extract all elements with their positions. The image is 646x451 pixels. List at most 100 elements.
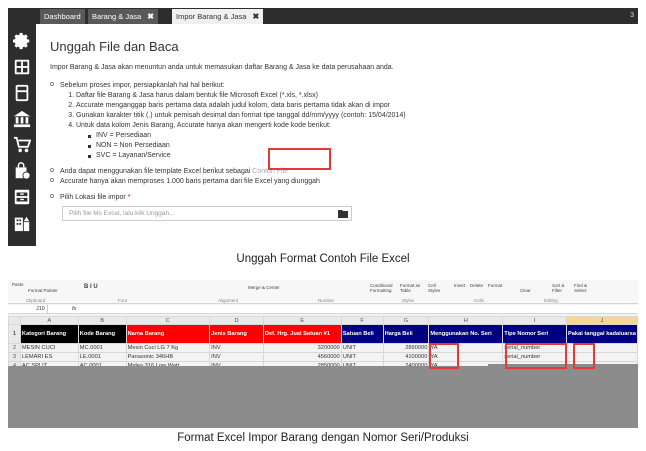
- column-header[interactable]: F: [340, 316, 384, 325]
- ribbon: Paste Format Painter Clipboard B I U Fon…: [8, 280, 638, 304]
- header-cell[interactable]: Jenis Barang: [209, 324, 264, 344]
- delete-button[interactable]: Delete: [470, 283, 483, 288]
- header-cell[interactable]: Tipe Nomor Seri: [502, 324, 567, 344]
- column-header[interactable]: G: [382, 316, 430, 325]
- column-header[interactable]: B: [77, 316, 127, 325]
- column-header[interactable]: I: [502, 316, 567, 325]
- column-header[interactable]: D: [209, 316, 264, 325]
- excel-screenshot: Paste Format Painter Clipboard B I U Fon…: [8, 280, 638, 428]
- folder-icon[interactable]: [338, 209, 348, 218]
- list-item: Sebelum proses impor, persiapkanlah hal …: [50, 80, 624, 161]
- conditional-formatting-button[interactable]: Conditional Formatting: [370, 283, 398, 293]
- cell[interactable]: 4100000: [382, 352, 430, 362]
- group-label: Font: [118, 298, 128, 303]
- highlight-box: [505, 343, 567, 369]
- building-icon[interactable]: [13, 214, 31, 232]
- column-header[interactable]: H: [428, 316, 504, 325]
- column-header[interactable]: J: [565, 316, 638, 325]
- settings-icon[interactable]: [13, 32, 31, 50]
- calculator-icon[interactable]: [13, 84, 31, 102]
- paste-button[interactable]: Paste: [12, 282, 24, 287]
- list-item: Pilih Lokasi file impor *: [50, 192, 624, 203]
- gray-overlay: [8, 366, 638, 428]
- import-content: Unggah File dan Baca Impor Barang & Jasa…: [36, 24, 638, 246]
- tab-barang-jasa[interactable]: Barang & Jasa ✖: [88, 9, 158, 24]
- header-cell[interactable]: Kategori Barang: [19, 324, 79, 344]
- header-cell[interactable]: Satuan Beli: [340, 324, 384, 344]
- shopping-bag-icon[interactable]: [13, 162, 31, 180]
- format-table-button[interactable]: Format as Table: [400, 283, 426, 293]
- cell[interactable]: UNIT: [340, 352, 384, 362]
- fx-icon: fx: [72, 306, 77, 312]
- name-box[interactable]: J10: [8, 305, 48, 314]
- tab-impor-barang-jasa[interactable]: Impor Barang & Jasa ✖: [172, 9, 264, 24]
- row-header[interactable]: 3: [8, 352, 21, 362]
- steps-list: Daftar file Barang & Jasa harus dalam be…: [60, 91, 624, 161]
- bank-icon[interactable]: [13, 110, 31, 128]
- group-label: Styles: [402, 298, 415, 303]
- tab-bar: Dashboard Barang & Jasa ✖ Impor Barang & …: [36, 8, 638, 24]
- header-cell[interactable]: Pakai tanggal kadaluarsa: [565, 324, 638, 344]
- clear-button[interactable]: Clear: [520, 288, 531, 293]
- codes-list: INV = Persediaan NON = Non Persediaan SV…: [76, 131, 624, 161]
- bold-button[interactable]: B I U: [84, 284, 98, 290]
- cell[interactable]: 3200000: [262, 343, 342, 353]
- list-item: Accurate hanya akan memproses 1.000 bari…: [50, 176, 624, 187]
- file-input[interactable]: Pilih file Ms Excel, lalu klik Unggah...: [62, 206, 352, 221]
- corner-cell[interactable]: [8, 316, 21, 325]
- sort-filter-button[interactable]: Sort & Filter: [552, 283, 570, 293]
- cell[interactable]: MC.0001: [77, 343, 127, 353]
- header-cell[interactable]: Def. Hrg. Jual Satuan #1: [262, 324, 342, 344]
- column-header[interactable]: A: [19, 316, 79, 325]
- header-cell[interactable]: Nama Barang: [125, 324, 211, 344]
- cell[interactable]: LE.0001: [77, 352, 127, 362]
- archive-icon[interactable]: [13, 188, 31, 206]
- header-cell[interactable]: Harga Beli: [382, 324, 430, 344]
- caption-upload: Unggah Format Contoh File Excel: [236, 253, 410, 265]
- close-icon[interactable]: ✖: [147, 9, 154, 24]
- merge-center-button[interactable]: Merge & Center: [248, 285, 280, 290]
- page-title: Unggah File dan Baca: [50, 39, 179, 54]
- instruction-list: Sebelum proses impor, persiapkanlah hal …: [50, 80, 624, 203]
- cell[interactable]: MESIN CUCI: [19, 343, 79, 353]
- caption-excel: Format Excel Impor Barang dengan Nomor S…: [177, 432, 469, 444]
- insert-button[interactable]: Insert: [454, 283, 465, 288]
- cell[interactable]: INV: [209, 343, 264, 353]
- grid-icon[interactable]: [13, 58, 31, 76]
- tab-dashboard[interactable]: Dashboard: [40, 9, 85, 24]
- group-label: Editing: [544, 298, 558, 303]
- list-item: Daftar file Barang & Jasa harus dalam be…: [76, 91, 624, 101]
- cell[interactable]: 2890000: [382, 343, 430, 353]
- cell[interactable]: Mesin Cuci LG 7 Kg: [125, 343, 211, 353]
- format-button[interactable]: Format: [488, 283, 502, 288]
- formula-bar: J10 fx: [8, 305, 638, 314]
- header-cell[interactable]: Menggunakan No. Seri: [428, 324, 504, 344]
- highlight-box: [573, 343, 595, 369]
- cell[interactable]: Panasonic 346HB: [125, 352, 211, 362]
- row-header[interactable]: 1: [8, 324, 21, 344]
- accurate-import-screen: Dashboard Barang & Jasa ✖ Impor Barang & …: [8, 8, 638, 246]
- cell[interactable]: 4560000: [262, 352, 342, 362]
- find-select-button[interactable]: Find & Select: [574, 283, 594, 293]
- close-icon[interactable]: ✖: [252, 9, 259, 24]
- list-item: SVC = Layanan/Service: [88, 151, 624, 161]
- column-header[interactable]: E: [262, 316, 342, 325]
- cell[interactable]: UNIT: [340, 343, 384, 353]
- row-header[interactable]: 2: [8, 343, 21, 353]
- column-header[interactable]: C: [125, 316, 211, 325]
- group-label: Number: [318, 298, 335, 303]
- cell-styles-button[interactable]: Cell Styles: [428, 283, 444, 293]
- header-cell[interactable]: Kode Barang: [77, 324, 127, 344]
- list-item: Gunakan karakter titik (.) untuk pemisah…: [76, 111, 624, 121]
- list-item: NON = Non Persediaan: [88, 141, 624, 151]
- cell[interactable]: LEMARI ES: [19, 352, 79, 362]
- cell[interactable]: INV: [209, 352, 264, 362]
- group-label: Alignment: [218, 298, 239, 303]
- tab-count[interactable]: 3: [630, 8, 634, 24]
- group-label: Clipboard: [26, 298, 46, 303]
- cart-icon[interactable]: [13, 136, 31, 154]
- list-item: Untuk data kolom Jenis Barang, Accurate …: [76, 121, 624, 161]
- intro-text: Impor Barang & Jasa akan menuntun anda u…: [50, 64, 394, 71]
- table-header-row: 1 Kategori Barang Kode Barang Nama Baran…: [8, 324, 638, 344]
- format-painter-button[interactable]: Format Painter: [28, 288, 58, 293]
